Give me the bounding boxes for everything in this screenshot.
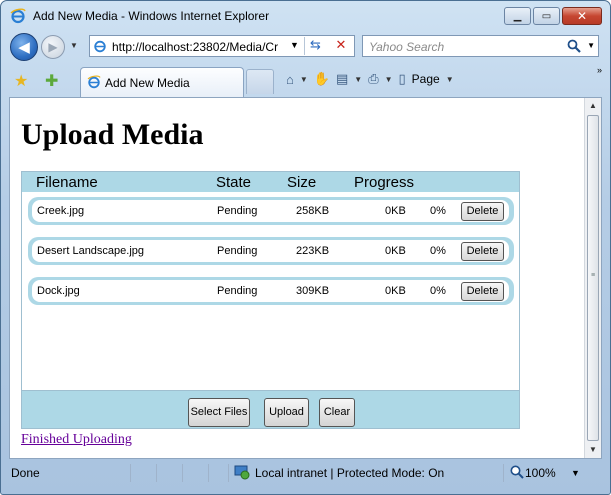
search-box[interactable]: Yahoo Search ▼ xyxy=(362,35,599,57)
history-dropdown-icon[interactable]: ▼ xyxy=(70,41,78,50)
file-uploaded: 0KB xyxy=(385,245,406,257)
row-inner: Desert Landscape.jpg Pending 223KB 0KB 0… xyxy=(32,240,509,262)
chevron-more-icon[interactable]: » xyxy=(597,65,602,75)
file-state: Pending xyxy=(217,205,258,217)
scroll-up-icon[interactable]: ▲ xyxy=(585,98,601,114)
window-title: Add New Media - Windows Internet Explore… xyxy=(33,9,270,23)
status-text: Done xyxy=(11,466,40,480)
select-files-button[interactable]: Select Files xyxy=(188,398,250,427)
command-bar: ⌂ ▼ ✋ ▤ ▼ ⎙ ▼ ▯ Page ▼ xyxy=(286,69,454,89)
refresh-icon[interactable]: ⇆ xyxy=(304,37,326,55)
table-row: Creek.jpg Pending 258KB 0KB 0% Delete xyxy=(28,197,514,225)
upload-button[interactable]: Upload xyxy=(264,398,309,427)
feeds-icon[interactable]: ▤ xyxy=(336,71,348,87)
zoom-icon[interactable] xyxy=(509,464,525,480)
file-table-header: Filename State Size Progress xyxy=(22,172,519,192)
status-divider xyxy=(156,464,157,482)
delete-button[interactable]: Delete xyxy=(461,242,504,261)
new-tab-button[interactable] xyxy=(246,69,274,94)
page-icon xyxy=(94,40,106,53)
url-text[interactable]: http://localhost:23802/Media/Cr xyxy=(112,40,290,54)
page-icon xyxy=(87,75,101,89)
column-filename: Filename xyxy=(36,174,98,191)
forward-button[interactable]: ▶ xyxy=(41,35,65,59)
scroll-thumb[interactable]: ≡ xyxy=(587,115,599,441)
web-page: Upload Media Filename State Size Progres… xyxy=(10,98,585,458)
file-name: Desert Landscape.jpg xyxy=(37,245,145,257)
navigation-bar: ◀ ▶ ▼ http://localhost:23802/Media/Cr ▼ … xyxy=(1,31,610,61)
security-zone-text[interactable]: Local intranet | Protected Mode: On xyxy=(255,466,444,480)
row-inner: Creek.jpg Pending 258KB 0KB 0% Delete xyxy=(32,200,509,222)
zoom-level[interactable]: 100% xyxy=(525,466,556,480)
table-row: Dock.jpg Pending 309KB 0KB 0% Delete xyxy=(28,277,514,305)
address-bar[interactable]: http://localhost:23802/Media/Cr ▼ ⇆ ✕ xyxy=(89,35,355,57)
tab-label: Add New Media xyxy=(105,76,190,90)
uploader-toolbar: Select Files Upload Clear xyxy=(22,390,519,428)
status-bar: Done Local intranet | Protected Mode: On… xyxy=(1,460,610,486)
column-progress: Progress xyxy=(354,174,415,191)
ie-logo-icon xyxy=(10,8,26,24)
zoom-dropdown-icon[interactable]: ▼ xyxy=(571,468,580,478)
page-menu-icon[interactable]: ▯ xyxy=(399,71,406,87)
media-uploader: Filename State Size Progress Creek.jpg P… xyxy=(21,171,520,429)
file-state: Pending xyxy=(217,245,258,257)
print-icon[interactable]: ⎙ xyxy=(368,71,378,87)
file-uploaded: 0KB xyxy=(385,285,406,297)
column-size: Size xyxy=(287,174,317,191)
vertical-scrollbar[interactable]: ▲ ≡ ▼ xyxy=(584,98,601,458)
row-inner: Dock.jpg Pending 309KB 0KB 0% Delete xyxy=(32,280,509,302)
add-favorite-icon[interactable]: ✚ xyxy=(45,71,58,91)
delete-button[interactable]: Delete xyxy=(461,202,504,221)
status-divider xyxy=(208,464,209,482)
file-size: 258KB xyxy=(296,205,330,217)
home-dropdown-icon[interactable]: ▼ xyxy=(300,75,308,84)
feeds-dropdown-icon[interactable]: ▼ xyxy=(354,75,362,84)
search-icon[interactable] xyxy=(566,38,582,54)
page-title: Upload Media xyxy=(21,118,204,151)
print-dropdown-icon[interactable]: ▼ xyxy=(385,75,393,84)
file-percent: 0% xyxy=(430,205,446,217)
tab-bar: ★ ✚ Add New Media ⌂ ▼ ✋ ▤ ▼ ⎙ ▼ ▯ Page ▼… xyxy=(1,61,610,97)
back-button[interactable]: ◀ xyxy=(10,33,38,61)
file-state: Pending xyxy=(217,285,258,297)
maximize-button[interactable]: ▭ xyxy=(533,7,560,25)
column-state: State xyxy=(216,174,252,191)
file-percent: 0% xyxy=(430,285,446,297)
caption-buttons: ▁ ▭ ✕ xyxy=(504,7,602,25)
stop-icon[interactable]: ✕ xyxy=(330,37,352,55)
file-size: 309KB xyxy=(296,285,330,297)
intranet-globe-icon xyxy=(234,465,250,480)
file-uploaded: 0KB xyxy=(385,205,406,217)
file-name: Creek.jpg xyxy=(37,205,85,217)
status-divider xyxy=(503,464,504,482)
search-input[interactable]: Yahoo Search xyxy=(369,40,444,54)
status-divider xyxy=(130,464,131,482)
status-divider xyxy=(182,464,183,482)
file-size: 223KB xyxy=(296,245,330,257)
minimize-button[interactable]: ▁ xyxy=(504,7,531,25)
browser-window: Add New Media - Windows Internet Explore… xyxy=(0,0,611,495)
content-viewport: Upload Media Filename State Size Progres… xyxy=(9,97,602,459)
close-button[interactable]: ✕ xyxy=(562,7,602,25)
title-bar: Add New Media - Windows Internet Explore… xyxy=(1,1,610,31)
favorites-star-icon[interactable]: ★ xyxy=(14,71,28,91)
finished-uploading-link[interactable]: Finished Uploading xyxy=(21,432,132,448)
file-name: Dock.jpg xyxy=(37,285,80,297)
table-row: Desert Landscape.jpg Pending 223KB 0KB 0… xyxy=(28,237,514,265)
page-menu-label[interactable]: Page xyxy=(412,72,440,86)
delete-button[interactable]: Delete xyxy=(461,282,504,301)
file-list: Creek.jpg Pending 258KB 0KB 0% Delete De… xyxy=(22,192,519,390)
search-dropdown-icon[interactable]: ▼ xyxy=(587,41,595,50)
hand-icon[interactable]: ✋ xyxy=(314,71,330,87)
address-dropdown-icon[interactable]: ▼ xyxy=(290,40,299,50)
file-percent: 0% xyxy=(430,245,446,257)
home-icon[interactable]: ⌂ xyxy=(286,72,294,87)
page-dropdown-icon[interactable]: ▼ xyxy=(446,75,454,84)
clear-button[interactable]: Clear xyxy=(319,398,355,427)
scroll-down-icon[interactable]: ▼ xyxy=(585,442,601,458)
status-divider xyxy=(228,464,229,482)
grip-icon: ≡ xyxy=(591,272,596,279)
tab-add-new-media[interactable]: Add New Media xyxy=(80,67,244,97)
